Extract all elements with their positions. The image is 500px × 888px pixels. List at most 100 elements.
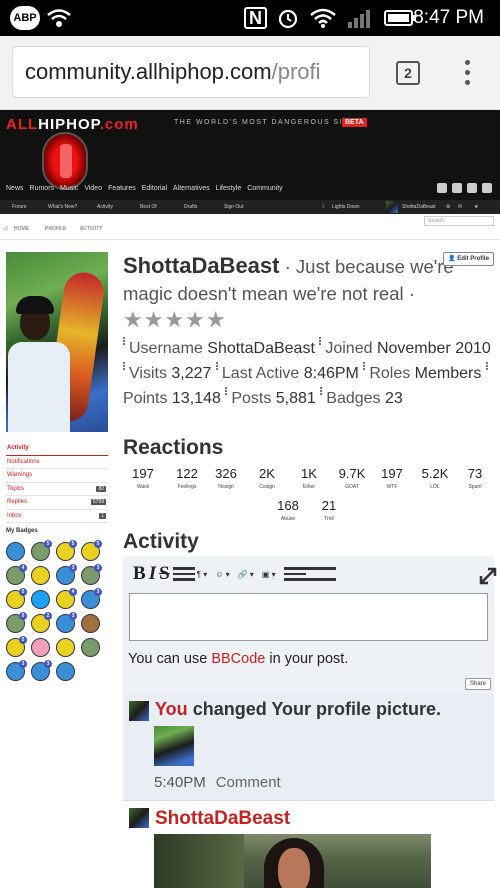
- bold-button[interactable]: B: [133, 563, 146, 585]
- badge-icon[interactable]: 4: [56, 588, 77, 609]
- nav-music[interactable]: Music: [60, 185, 78, 199]
- badge-icon[interactable]: 3: [56, 564, 77, 585]
- overflow-menu-icon[interactable]: [462, 60, 472, 88]
- editor-toolbar: B I S ¶ ▾ ☺ ▾ 🔗 ▾ ▣ ▾: [133, 563, 483, 585]
- nav-news[interactable]: News: [6, 185, 24, 199]
- badge-icon[interactable]: 3: [56, 612, 77, 633]
- subnav-whats-new[interactable]: What's New?: [48, 204, 77, 210]
- nav-video[interactable]: Video: [84, 185, 102, 199]
- badge-icon[interactable]: [56, 638, 75, 657]
- url-bar[interactable]: community.allhiphop.com/profi: [12, 46, 370, 98]
- reaction-troll[interactable]: 21 Troll: [307, 498, 351, 524]
- settings-icon[interactable]: ⚙: [446, 204, 450, 210]
- bookmark-icon[interactable]: ★: [474, 204, 478, 210]
- reaction-lol[interactable]: 5.2K LOL: [413, 466, 457, 492]
- badge-icon[interactable]: 5: [56, 540, 77, 561]
- subnav-username[interactable]: ShottaDaBeast: [402, 204, 436, 210]
- breadcrumb-profile[interactable]: PROFILE: [45, 226, 66, 232]
- badge-icon[interactable]: 3: [6, 660, 27, 681]
- italic-button[interactable]: I: [149, 563, 156, 585]
- image-dropdown[interactable]: ▣ ▾: [262, 570, 276, 579]
- facebook-icon[interactable]: [452, 183, 462, 193]
- reaction-feelings[interactable]: 122 Feelings: [165, 466, 209, 492]
- badge-level: 3: [19, 660, 27, 668]
- badge-icon[interactable]: 4: [6, 564, 27, 585]
- lights-down-toggle[interactable]: Lights Down: [332, 204, 360, 210]
- reaction-goat[interactable]: 9.7K GOAT: [330, 466, 374, 492]
- format-menu-icon[interactable]: [172, 567, 195, 581]
- nav-lifestyle[interactable]: Lifestyle: [216, 185, 242, 199]
- side-nav-replies[interactable]: Replies 5799: [6, 496, 108, 510]
- emoji-dropdown[interactable]: ☺ ▾: [215, 570, 229, 579]
- subnav-activity[interactable]: Activity: [97, 204, 113, 210]
- edit-profile-button[interactable]: 👤 Edit Profile: [443, 252, 494, 266]
- reaction-cosign[interactable]: 2K Cosign: [245, 466, 289, 492]
- side-nav-warnings[interactable]: Warnings: [6, 469, 108, 483]
- side-nav-inbox[interactable]: Inbox 1: [6, 510, 108, 523]
- subnav-sign-out[interactable]: Sign Out: [224, 204, 243, 210]
- badge-icon[interactable]: 5: [6, 636, 27, 657]
- bbcode-link[interactable]: BBCode: [211, 651, 265, 667]
- mail-icon[interactable]: ✉: [458, 204, 462, 210]
- badge-icon[interactable]: [81, 638, 100, 657]
- site-logo[interactable]: ALLHIPHOP.com: [6, 116, 139, 133]
- nav-community[interactable]: Community: [247, 185, 282, 199]
- reaction-wack[interactable]: 197 Wack: [121, 466, 165, 492]
- badge-icon[interactable]: [31, 590, 50, 609]
- breadcrumb-home[interactable]: HOME: [14, 226, 29, 232]
- search-input[interactable]: Search: [424, 216, 494, 226]
- reaction-spam[interactable]: 73 Spam: [453, 466, 497, 492]
- badge-icon[interactable]: 5: [6, 612, 27, 633]
- user-avatar-small[interactable]: [386, 201, 398, 213]
- paragraph-dropdown[interactable]: ¶ ▾: [197, 570, 208, 579]
- post-textarea[interactable]: [129, 593, 488, 641]
- home-icon[interactable]: ⌂: [4, 225, 8, 232]
- badge-icon[interactable]: 3: [31, 660, 52, 681]
- link-dropdown[interactable]: 🔗 ▾: [238, 570, 254, 579]
- nav-alternatives[interactable]: Alternatives: [173, 185, 210, 199]
- reaction-abuse[interactable]: 168 Abuse: [266, 498, 310, 524]
- reaction-ether[interactable]: 1K Ether: [287, 466, 331, 492]
- badge-icon[interactable]: 5: [31, 540, 52, 561]
- tab-switcher-button[interactable]: 2: [396, 61, 420, 85]
- badge-icon[interactable]: [56, 662, 75, 681]
- chat-icon[interactable]: [482, 183, 492, 193]
- side-nav-notifications[interactable]: Notifications: [6, 456, 108, 469]
- side-nav-activity[interactable]: Activity: [6, 442, 108, 456]
- reaction-wtf[interactable]: 197 WTF: [370, 466, 414, 492]
- share-icon[interactable]: [437, 183, 447, 193]
- nav-editorial[interactable]: Editorial: [142, 185, 167, 199]
- profile-picture-thumb[interactable]: [154, 726, 194, 766]
- nav-rumors[interactable]: Rumors: [30, 185, 55, 199]
- expand-icon[interactable]: [478, 566, 498, 586]
- subnav-forum[interactable]: Forum: [12, 204, 26, 210]
- badge-icon[interactable]: 3: [81, 588, 102, 609]
- rss-icon[interactable]: [467, 183, 477, 193]
- actor-link[interactable]: ShottaDaBeast: [155, 808, 290, 830]
- actor-link[interactable]: You: [155, 699, 188, 719]
- align-menu-icon[interactable]: [283, 567, 336, 581]
- badge-icon[interactable]: [81, 614, 100, 633]
- strike-button[interactable]: S: [159, 563, 170, 585]
- badge-icon[interactable]: [31, 566, 50, 585]
- reaction-nosign[interactable]: 326 Nosign: [204, 466, 248, 492]
- avatar[interactable]: [129, 701, 149, 721]
- post-photo[interactable]: [154, 834, 431, 888]
- sub-nav: Forum What's New? Activity Best Of Draft…: [0, 200, 500, 214]
- comment-link[interactable]: Comment: [216, 774, 281, 791]
- badge-level: 5: [19, 612, 27, 620]
- nav-features[interactable]: Features: [108, 185, 136, 199]
- profile-photo[interactable]: [6, 252, 108, 432]
- badge-icon[interactable]: 2: [31, 612, 52, 633]
- badge-icon[interactable]: 3: [81, 564, 102, 585]
- subnav-drafts[interactable]: Drafts: [184, 204, 197, 210]
- share-button[interactable]: Share: [465, 678, 491, 690]
- badge-icon[interactable]: 5: [6, 588, 27, 609]
- side-nav-topics[interactable]: Topics 82: [6, 483, 108, 496]
- breadcrumb-activity[interactable]: ACTIVITY: [80, 226, 103, 232]
- badge-icon[interactable]: [6, 542, 25, 561]
- badge-icon[interactable]: 5: [81, 540, 102, 561]
- avatar[interactable]: [129, 808, 149, 828]
- badge-icon[interactable]: [31, 638, 50, 657]
- subnav-best-of[interactable]: Best Of: [140, 204, 157, 210]
